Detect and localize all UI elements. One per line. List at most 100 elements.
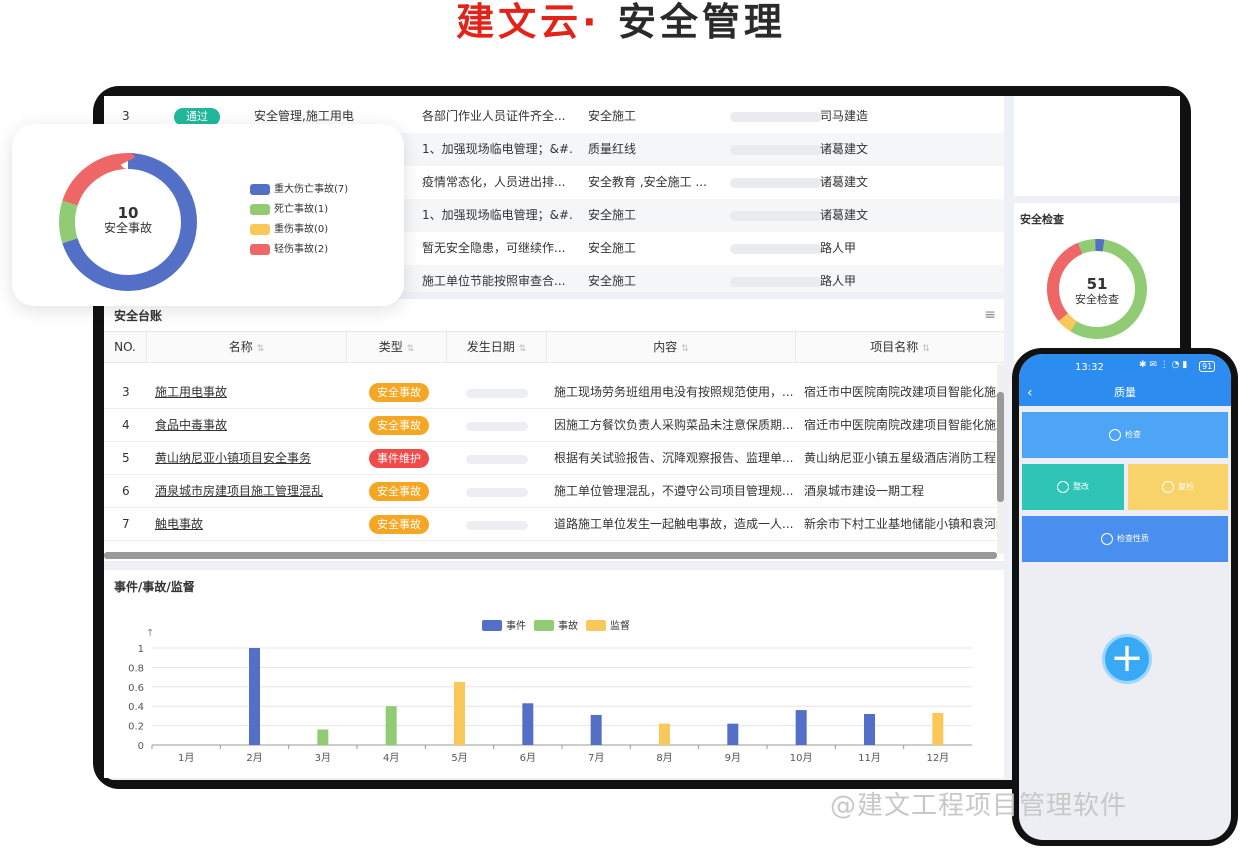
back-icon[interactable]: ‹ (1027, 380, 1033, 406)
date-placeholder (466, 455, 528, 464)
row-project: 新余市下村工业基地储能小镇和袁河绿 (804, 517, 997, 531)
legend-item[interactable]: 重大伤亡事故(7) (250, 183, 348, 197)
row-name-link[interactable]: 黄山纳尼亚小镇项目安全事务 (155, 442, 311, 475)
row-name-link[interactable]: 触电事故 (155, 508, 203, 541)
x-tick-label: 4月 (383, 752, 399, 764)
row-name-link[interactable]: 食品中毒事故 (155, 409, 227, 442)
row-content: 施工单位节能按照审查合... (422, 274, 566, 288)
legend-item[interactable]: 轻伤事故(2) (250, 243, 328, 257)
row-company: 诸葛建文 (820, 175, 869, 189)
phone-screen: 13:32 ✱ ✉ ⋮ ◔ ▮ 91 ‹ 质量 检查 整改 复检 检查性质 + (1019, 354, 1231, 840)
col-date[interactable]: 发生日期 ⇅ (447, 332, 547, 363)
accident-count: 10 (118, 204, 139, 222)
row-project: 酒泉城市建设一期工程 (804, 484, 925, 498)
sort-icon[interactable]: ⇅ (519, 344, 527, 354)
bar-事件-2月 (249, 648, 260, 745)
accident-donut-chart: 10 安全事故 (59, 153, 197, 291)
check-label: 安全检查 (1075, 292, 1119, 306)
shield-icon (1162, 480, 1174, 493)
ledger-row[interactable]: 4 食品中毒事故 安全事故 因施工方餐饮负责人采购菜品未注意保质期... 宿迁市… (104, 409, 997, 442)
x-tick-label: 10月 (790, 752, 813, 764)
sort-icon[interactable]: ⇅ (922, 344, 930, 354)
review-tile[interactable]: 复检 (1128, 464, 1228, 510)
accident-label: 安全事故 (104, 220, 152, 235)
row-project: 宿迁市中医院南院改建项目智能化施工 (804, 385, 997, 399)
ledger-header: NO. 名称 ⇅ 类型 ⇅ 发生日期 ⇅ 内容 ⇅ 项目名称 ⇅ (104, 331, 1004, 363)
target-icon (1101, 532, 1113, 545)
date-placeholder (730, 112, 822, 122)
scroll-thumb[interactable] (997, 392, 1004, 502)
safety-check-title: 安全检查 (1020, 213, 1064, 226)
col-project[interactable]: 项目名称 ⇅ (796, 332, 1004, 363)
x-tick-label: 8月 (656, 752, 672, 764)
rectify-tile[interactable]: 整改 (1022, 464, 1124, 510)
y-tick-label: 0.4 (128, 702, 144, 713)
x-tick-label: 3月 (315, 752, 331, 764)
date-placeholder (466, 488, 528, 497)
type-tag: 安全事故 (369, 416, 429, 435)
row-name-link[interactable]: 施工用电事故 (155, 376, 227, 409)
check-icon (1109, 428, 1121, 441)
date-placeholder (730, 178, 822, 188)
row-company: 路人甲 (820, 241, 857, 255)
sort-icon[interactable]: ⇅ (257, 344, 265, 354)
row-content: 各部门作业人员证件齐全... (422, 109, 566, 123)
bar-事故-3月 (317, 729, 329, 745)
row-company: 诸葛建文 (820, 142, 869, 156)
bar-事件-7月 (590, 714, 602, 745)
ledger-row[interactable]: 7 触电事故 安全事故 道路施工单位发生一起触电事故，造成一人... 新余市下村… (104, 508, 997, 541)
legend-item[interactable]: 死亡事故(1) (250, 203, 328, 217)
y-tick-label: 1 (138, 644, 144, 655)
ledger-row[interactable]: 5 黄山纳尼亚小镇项目安全事务 事件维护 根据有关试验报告、沉降观察报告、监理单… (104, 442, 997, 475)
nature-tile[interactable]: 检查性质 (1022, 516, 1228, 562)
row-content: 施工单位管理混乱，不遵守公司项目管理规... (554, 484, 794, 498)
rectify-icon (1057, 480, 1069, 493)
vertical-scrollbar[interactable] (997, 364, 1004, 554)
x-tick-label: 2月 (246, 752, 262, 764)
row-type: 安全施工 (588, 274, 637, 288)
x-tick-label: 11月 (858, 752, 881, 764)
phone-nav-bar: ‹ 质量 (1019, 380, 1231, 406)
date-placeholder (730, 145, 822, 155)
bar-事件-10月 (795, 710, 807, 745)
legend-item[interactable]: 重伤事故(0) (250, 223, 328, 237)
col-no[interactable]: NO. (104, 332, 147, 363)
type-tag: 安全事故 (369, 515, 429, 534)
check-tile[interactable]: 检查 (1022, 412, 1228, 458)
ledger-row[interactable]: 3 施工用电事故 安全事故 施工现场劳务班组用电没有按照规范使用，... 宿迁市… (104, 376, 997, 409)
col-content[interactable]: 内容 ⇅ (547, 332, 796, 363)
y-tick-label: 0 (138, 741, 144, 752)
row-company: 路人甲 (820, 274, 857, 288)
legend-swatch (482, 620, 502, 631)
horizontal-scrollbar[interactable] (104, 552, 997, 559)
row-name-link[interactable]: 酒泉城市房建项目施工管理混乱 (155, 475, 323, 508)
sort-icon[interactable]: ⇅ (681, 344, 689, 354)
col-name[interactable]: 名称 ⇅ (147, 332, 347, 363)
x-tick-label: 1月 (178, 752, 194, 764)
legend-swatch (534, 620, 554, 631)
col-type[interactable]: 类型 ⇅ (347, 332, 447, 363)
add-button[interactable]: + (1102, 634, 1152, 684)
row-no: 5 (122, 451, 130, 465)
row-content: 1、加强现场临电管理；&#... (422, 142, 572, 156)
row-content: 疫情常态化，人员进出排... (422, 175, 566, 189)
row-content: 根据有关试验报告、沉降观察报告、监理单... (554, 451, 794, 465)
safety-ledger-panel: 安全台账 ≡ NO. 名称 ⇅ 类型 ⇅ 发生日期 ⇅ 内容 ⇅ 项目名称 ⇅ 3 施工用… (104, 299, 1004, 561)
row-content: 道路施工单位发生一起触电事故，造成一人... (554, 517, 794, 531)
brand-name: 建文云 (456, 0, 583, 44)
legend-label: 事故 (558, 619, 578, 632)
row-content: 因施工方餐饮负责人采购菜品未注意保质期... (554, 418, 794, 432)
x-tick-label: 7月 (588, 752, 604, 764)
battery-indicator: 91 (1199, 361, 1216, 372)
bar-事件-9月 (727, 723, 739, 745)
menu-icon[interactable]: ≡ (984, 307, 996, 323)
ledger-row[interactable]: 6 酒泉城市房建项目施工管理混乱 安全事故 施工单位管理混乱，不遵守公司项目管理… (104, 475, 997, 508)
date-placeholder (730, 277, 822, 287)
accident-summary-card: 10 安全事故 重大伤亡事故(7) 死亡事故(1) 重伤事故(0) 轻伤事故(2… (12, 124, 404, 306)
row-type: 安全教育 ,安全施工 ... (588, 175, 707, 189)
safety-check-panel: 安全检查 51 安全检查 (1014, 203, 1180, 363)
date-placeholder (466, 422, 528, 431)
legend-swatch (250, 223, 270, 235)
sort-icon[interactable]: ⇅ (407, 344, 415, 354)
brand-dot: · (582, 0, 601, 44)
